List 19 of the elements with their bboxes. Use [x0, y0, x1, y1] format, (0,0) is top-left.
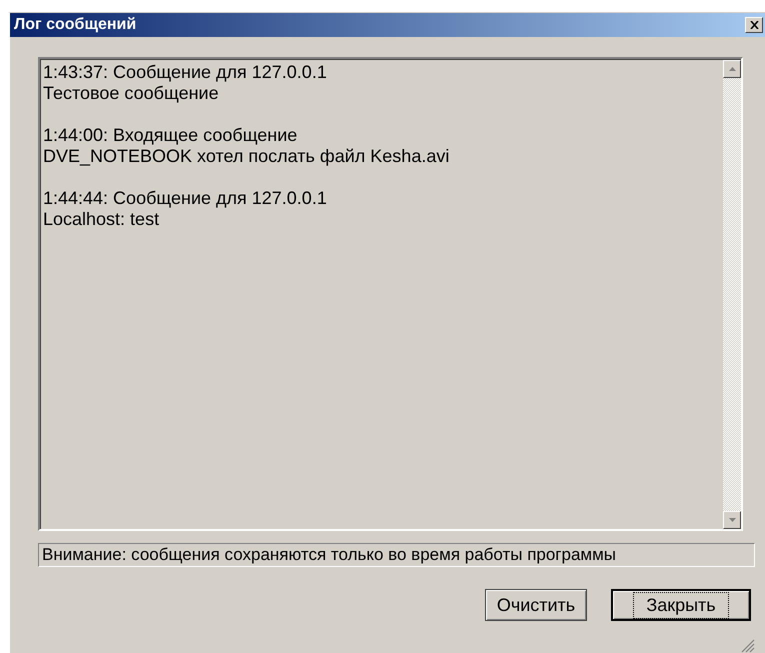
notice-text: Внимание: сообщения сохраняются только во время работы программы [42, 545, 616, 565]
log-header: 1:44:00: Входящее сообщение [43, 125, 298, 146]
scroll-down-button[interactable] [723, 511, 741, 529]
down-arrow-icon [728, 518, 736, 522]
log-text: Тестовое сообщение [43, 83, 220, 104]
dialog-button[interactable]: Закрыть [611, 589, 751, 621]
close-icon [750, 21, 758, 29]
up-arrow-icon [728, 67, 736, 71]
resize-grip-icon [741, 639, 755, 653]
scrollbar[interactable] [723, 60, 741, 529]
log-text: DVE_NOTEBOOK хотел послать файл Kesha.avi [43, 146, 450, 167]
close-button[interactable] [745, 17, 763, 33]
window-title: Лог сообщений [14, 16, 136, 34]
log-text: Localhost: test [43, 209, 160, 230]
log-header: 1:44:44: Сообщение для 127.0.0.1 [43, 188, 328, 209]
message-log[interactable]: 1:43:37: Сообщение для 127.0.0.1 Тестовое сообщение 1:44:00: Входящее сообщение DVE_NOTEBOOK хотел послать файл Kesha.avi 1:44:44: Сообщение для 127.0.0.1 Localhost: test [38, 57, 743, 531]
dialog-button[interactable]: Очистить [485, 589, 587, 621]
log-header: 1:43:37: Сообщение для 127.0.0.1 [43, 62, 328, 83]
scroll-up-button[interactable] [723, 60, 741, 78]
